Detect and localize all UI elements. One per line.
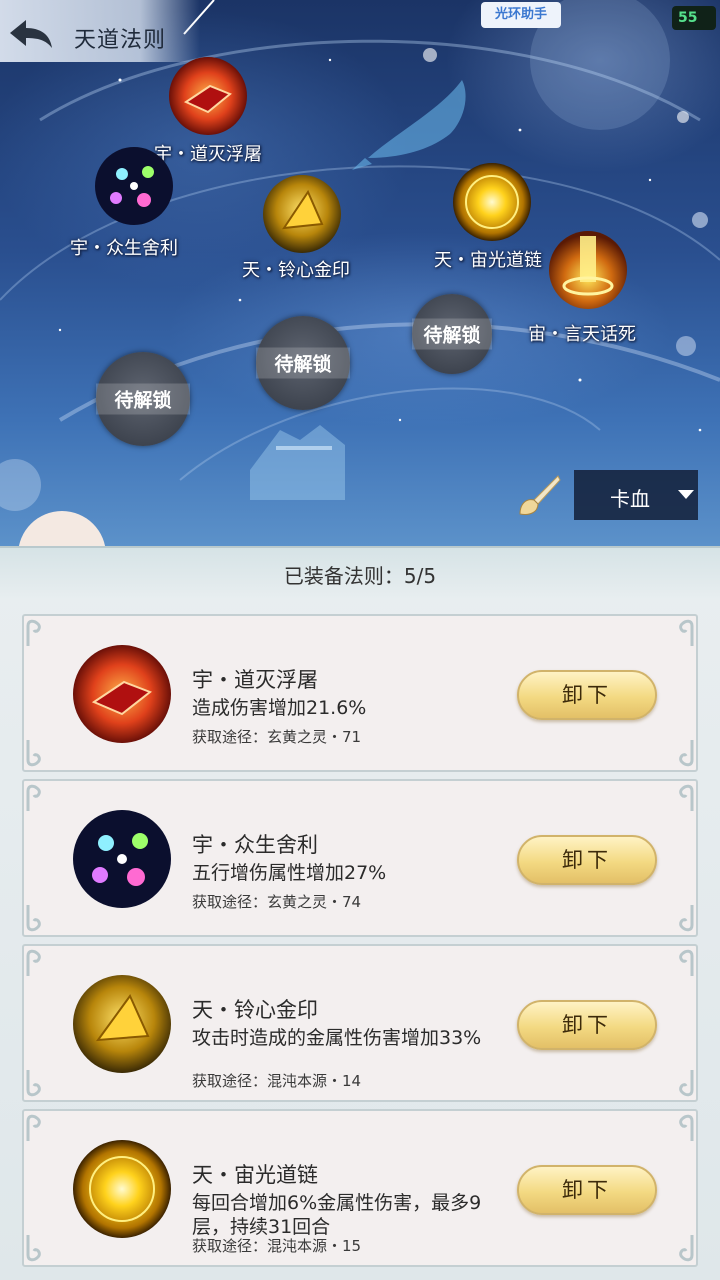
- cosmic-orbs-icon: [95, 147, 173, 225]
- skill-node-cosmic-orbs[interactable]: [94, 146, 174, 226]
- unequip-button[interactable]: 卸下: [517, 1000, 657, 1050]
- skill-node-golden-pillar[interactable]: [548, 230, 628, 310]
- node-label: 天・宙光道链: [434, 250, 542, 271]
- equipped-panel: 已装备法则：5/5 宇・道灭浮屠 造成伤害增加21.6% 获取途径：玄黄之灵・7…: [0, 546, 720, 1280]
- unequip-button[interactable]: 卸下: [517, 1165, 657, 1215]
- law-desc: 造成伤害增加21.6%: [192, 697, 367, 719]
- locked-label: 待解锁: [256, 347, 350, 379]
- filter-value: 卡血: [610, 487, 650, 511]
- corner-ornament-icon: [26, 1114, 41, 1141]
- corner-ornament-icon: [26, 1235, 41, 1262]
- law-name: 天・宙光道链: [192, 1163, 318, 1187]
- skill-map: 天道法则 光环助手 55 宇・道灭浮屠 宇・众生舍利 天・铃心金印 天・宙光道链…: [0, 0, 720, 560]
- locked-label: 待解锁: [412, 318, 492, 350]
- law-card: 宇・道灭浮屠 造成伤害增加21.6% 获取途径：玄黄之灵・71 卸下: [22, 614, 698, 772]
- corner-ornament-icon: [679, 1235, 694, 1262]
- law-card: 天・宙光道链 每回合增加6%金属性伤害，最多9层，持续31回合 获取途径：混沌本…: [22, 1109, 698, 1267]
- golden-sun-icon: [73, 1140, 171, 1238]
- law-name: 宇・众生舍利: [192, 833, 318, 857]
- filter-dropdown[interactable]: 卡血: [574, 470, 698, 520]
- law-desc: 每回合增加6%金属性伤害，最多9层，持续31回合: [192, 1192, 482, 1238]
- skill-node-golden-sun[interactable]: [452, 162, 532, 242]
- brush-icon[interactable]: [514, 474, 562, 518]
- skill-node-gold-gem[interactable]: [262, 174, 342, 254]
- corner-ornament-icon: [26, 784, 41, 811]
- locked-node[interactable]: 待解锁: [412, 294, 492, 374]
- locked-label: 待解锁: [96, 383, 190, 415]
- corner-ornament-icon: [679, 1114, 694, 1141]
- corner-ornament-icon: [26, 619, 41, 646]
- locked-node[interactable]: 待解锁: [256, 316, 350, 410]
- law-card: 天・铃心金印 攻击时造成的金属性伤害增加33% 获取途径：混沌本源・14 卸下: [22, 944, 698, 1102]
- corner-ornament-icon: [679, 619, 694, 646]
- chevron-down-icon: [678, 490, 694, 499]
- helper-badge[interactable]: 光环助手: [481, 2, 561, 28]
- node-label: 宇・众生舍利: [70, 238, 178, 259]
- red-crystal-icon: [73, 645, 171, 743]
- law-name: 天・铃心金印: [192, 998, 318, 1022]
- gold-gem-icon: [263, 175, 341, 253]
- unequip-button[interactable]: 卸下: [517, 835, 657, 885]
- equipped-count-title: 已装备法则：5/5: [283, 564, 437, 588]
- golden-sun-icon: [453, 163, 531, 241]
- cosmic-orbs-icon: [73, 810, 171, 908]
- corner-ornament-icon: [26, 740, 41, 767]
- golden-pillar-icon: [549, 231, 627, 309]
- panel-header: 已装备法则：5/5: [0, 548, 720, 600]
- node-label: 宙・言天话死: [528, 324, 636, 345]
- corner-ornament-icon: [679, 905, 694, 932]
- corner-ornament-icon: [26, 905, 41, 932]
- law-desc: 攻击时造成的金属性伤害增加33%: [192, 1027, 482, 1049]
- skill-node-red-crystal[interactable]: [168, 56, 248, 136]
- law-desc: 五行增伤属性增加27%: [192, 862, 387, 884]
- corner-ornament-icon: [26, 949, 41, 976]
- law-source: 获取途径：玄黄之灵・74: [192, 893, 362, 911]
- law-card: 宇・众生舍利 五行增伤属性增加27% 获取途径：玄黄之灵・74 卸下: [22, 779, 698, 937]
- locked-node[interactable]: 待解锁: [96, 352, 190, 446]
- corner-ornament-icon: [26, 1070, 41, 1097]
- corner-ornament-icon: [679, 949, 694, 976]
- law-source: 获取途径：混沌本源・15: [192, 1237, 362, 1255]
- battery-indicator: 55: [672, 6, 716, 30]
- law-name: 宇・道灭浮屠: [192, 668, 318, 692]
- law-source: 获取途径：混沌本源・14: [192, 1072, 362, 1090]
- node-label: 天・铃心金印: [242, 260, 350, 281]
- corner-ornament-icon: [679, 740, 694, 767]
- law-source: 获取途径：玄黄之灵・71: [192, 728, 362, 746]
- red-crystal-icon: [169, 57, 247, 135]
- back-arrow-icon[interactable]: [6, 16, 56, 50]
- corner-ornament-icon: [679, 1070, 694, 1097]
- gold-gem-icon: [73, 975, 171, 1073]
- title-bar: 天道法则: [0, 0, 200, 62]
- corner-ornament-icon: [679, 784, 694, 811]
- page-title: 天道法则: [74, 28, 167, 53]
- unequip-button[interactable]: 卸下: [517, 670, 657, 720]
